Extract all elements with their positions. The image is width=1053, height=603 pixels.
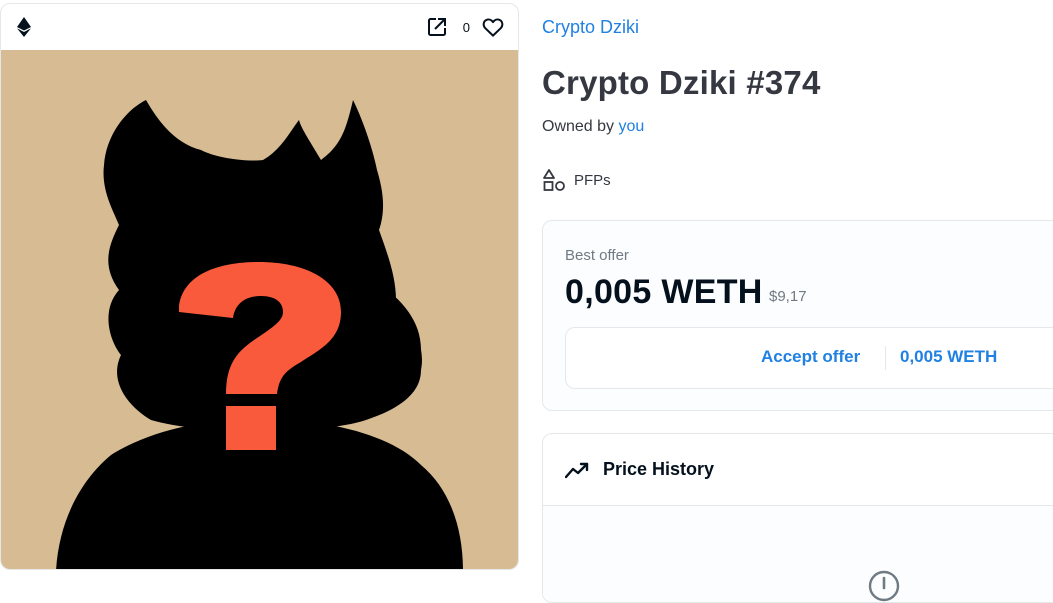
best-offer-label: Best offer [565, 247, 629, 264]
price-history-title: Price History [603, 459, 715, 479]
accept-offer-amount[interactable]: 0,005 WETH [900, 347, 997, 367]
accept-offer-label[interactable]: Accept offer [761, 347, 860, 367]
price-history-body [543, 506, 1053, 602]
collection-link[interactable]: Crypto Dziki [542, 17, 639, 38]
ownership-line: Owned by you [542, 118, 644, 136]
card-header: 0 [1, 4, 518, 50]
price-history-panel: Price History [542, 433, 1053, 603]
trending-line-icon [565, 461, 591, 479]
price-history-header[interactable]: Price History [543, 434, 1053, 506]
card-actions: 0 [427, 17, 504, 37]
button-divider [885, 346, 886, 370]
item-media-card: 0 [0, 3, 519, 570]
category-label: PFPs [574, 171, 611, 189]
best-offer-panel: Best offer 0,005 WETH $9,17 Accept offer… [542, 220, 1053, 411]
nft-image[interactable] [1, 50, 518, 569]
silhouette-shape [56, 100, 463, 569]
owned-by-label: Owned by [542, 118, 615, 135]
ethereum-icon [17, 17, 31, 37]
shapes-icon [542, 168, 566, 192]
item-details: Crypto Dziki Crypto Dziki #374 Owned by … [542, 0, 1053, 603]
external-link-icon[interactable] [427, 17, 447, 37]
item-title: Crypto Dziki #374 [542, 64, 821, 101]
info-circle-icon [868, 570, 900, 602]
accept-offer-button[interactable]: Accept offer 0,005 WETH [565, 327, 1053, 389]
owner-link[interactable]: you [619, 118, 645, 135]
favorites-count: 0 [462, 19, 470, 35]
best-offer-amount: 0,005 WETH [565, 273, 763, 311]
category-tag[interactable]: PFPs [542, 168, 611, 192]
heart-outline-icon[interactable] [482, 17, 504, 37]
best-offer-fiat: $9,17 [769, 288, 807, 305]
